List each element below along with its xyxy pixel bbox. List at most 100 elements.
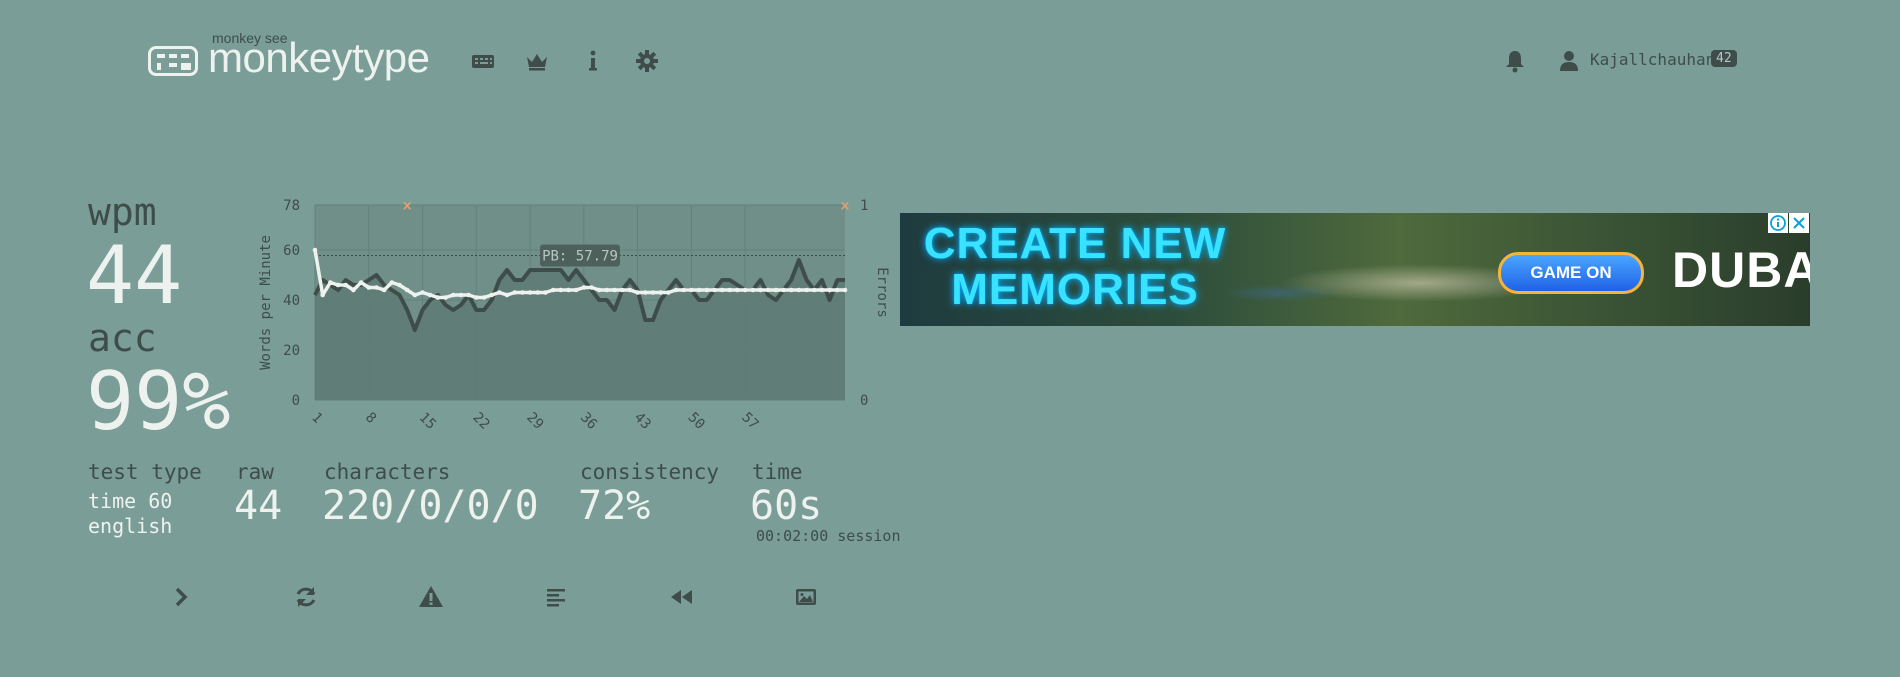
x-tick-label: 36	[577, 410, 600, 433]
wpm-point	[796, 287, 802, 293]
wpm-point	[520, 290, 525, 295]
y-tick-label: 20	[283, 343, 300, 359]
x-tick-label: 15	[416, 410, 439, 433]
y-axis-label: Words per Minute	[258, 235, 274, 370]
raw-value: 44	[234, 483, 283, 529]
test-type-language: english	[88, 514, 173, 538]
wpm-point	[642, 290, 648, 295]
keyboard-icon[interactable]	[470, 48, 496, 74]
logo-icon[interactable]	[148, 46, 198, 76]
x-tick-label: 1	[308, 410, 325, 427]
wpm-point	[443, 295, 448, 300]
gear-icon[interactable]	[634, 48, 660, 74]
wpm-point	[389, 280, 395, 285]
screenshot-icon[interactable]	[792, 583, 820, 611]
wpm-point	[727, 287, 733, 293]
wpm-point	[358, 280, 364, 285]
characters-value: 220/0/0/0	[322, 483, 539, 529]
ad-close-icon[interactable]	[1789, 213, 1809, 233]
wpm-point	[335, 282, 341, 288]
wpm-point	[735, 287, 740, 293]
wpm-point	[566, 287, 571, 293]
username[interactable]: Kajallchauhan	[1590, 50, 1715, 69]
restart-icon[interactable]	[292, 583, 320, 611]
acc-value: 99%	[86, 355, 231, 448]
wpm-point	[765, 287, 771, 293]
logo-text[interactable]: monkeytype	[208, 34, 430, 82]
wpm-point	[681, 287, 686, 293]
ad-brand-logo: DUBAI	[1672, 242, 1810, 298]
x-tick-label: 43	[631, 410, 654, 433]
y-tick-label: 78	[283, 198, 300, 214]
level-badge: 42	[1711, 50, 1737, 67]
wpm-chart[interactable]: 0204060781 8 15 22 29 36 43 50 5701Words per Min…	[250, 190, 910, 440]
wpm-point	[343, 282, 349, 288]
wpm-point	[742, 287, 748, 293]
wpm-point	[704, 287, 710, 293]
test-type-mode: time 60	[88, 489, 173, 513]
time-value: 60s	[750, 483, 823, 529]
wpm-point	[635, 290, 640, 295]
wpm-point	[351, 287, 356, 293]
wpm-point	[811, 287, 817, 293]
x-tick-label: 29	[523, 410, 546, 433]
wpm-point	[558, 287, 564, 293]
wpm-point	[773, 287, 779, 293]
wpm-value: 44	[86, 229, 183, 322]
y2-axis-label: Errors	[874, 267, 890, 318]
raw-label: raw	[236, 460, 274, 484]
report-icon[interactable]	[417, 583, 445, 611]
wpm-point	[619, 287, 625, 293]
replay-icon[interactable]	[667, 583, 695, 611]
ad-info-icon[interactable]	[1768, 213, 1788, 233]
wpm-point	[527, 290, 533, 295]
words-history-icon[interactable]	[542, 583, 570, 611]
wpm-point	[412, 292, 418, 298]
wpm-point	[842, 287, 848, 293]
wpm-point	[650, 290, 656, 295]
acc-label: acc	[88, 316, 157, 360]
wpm-point	[604, 287, 610, 293]
wpm-point	[589, 285, 594, 290]
wpm-point	[312, 247, 318, 253]
wpm-point	[328, 280, 333, 285]
ad-cta-button[interactable]: GAME ON	[1498, 252, 1644, 294]
x-tick-label: 22	[469, 410, 492, 433]
wpm-point	[420, 290, 425, 295]
wpm-point	[550, 287, 556, 293]
characters-label: characters	[324, 460, 451, 484]
user-icon[interactable]	[1556, 48, 1582, 74]
wpm-point	[497, 290, 502, 295]
crown-icon[interactable]	[524, 48, 550, 74]
wpm-point	[804, 287, 809, 293]
next-test-icon[interactable]	[167, 583, 195, 611]
wpm-point	[427, 292, 433, 298]
y-tick-label: 40	[283, 293, 300, 309]
wpm-point	[696, 287, 702, 293]
wpm-point	[596, 287, 602, 293]
wpm-point	[435, 295, 441, 300]
wpm-point	[320, 292, 325, 298]
wpm-point	[658, 290, 663, 295]
wpm-point	[835, 287, 840, 293]
info-icon[interactable]	[580, 48, 606, 74]
test-type-label: test type	[88, 460, 202, 484]
wpm-point	[466, 292, 471, 298]
y-tick-label: 0	[292, 393, 300, 409]
wpm-point	[450, 292, 456, 298]
ad-headline-line-2: MEMORIES	[951, 265, 1199, 314]
ad-headline: CREATE NEW MEMORIES	[915, 221, 1235, 313]
x-tick-label: 8	[362, 410, 379, 427]
bell-icon[interactable]	[1502, 48, 1528, 74]
wpm-point	[612, 287, 617, 293]
ad-banner[interactable]: CREATE NEW MEMORIES GAME ON DUBAI	[900, 213, 1810, 326]
wpm-point	[397, 282, 402, 288]
wpm-point	[458, 292, 464, 298]
wpm-point	[481, 295, 487, 300]
ad-headline-line-1: CREATE NEW	[923, 219, 1227, 268]
wpm-point	[512, 290, 518, 295]
wpm-point	[819, 287, 825, 293]
wpm-point	[673, 287, 679, 293]
wpm-point	[689, 287, 694, 293]
wpm-point	[581, 285, 587, 290]
